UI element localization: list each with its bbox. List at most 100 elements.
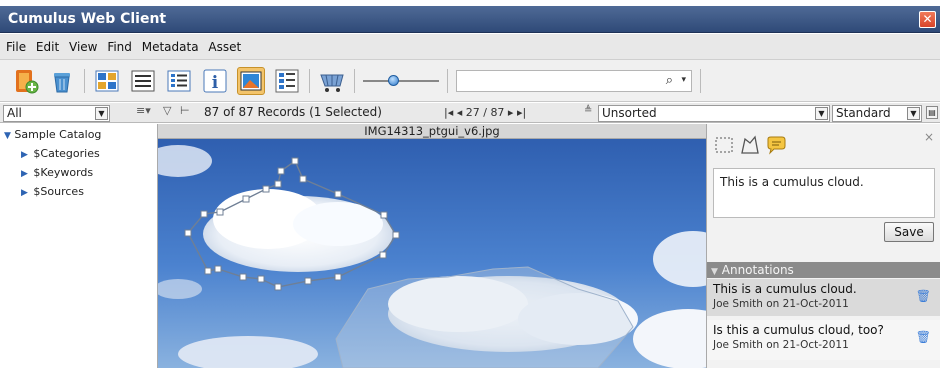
tree-item-catalog[interactable]: ▼ Sample Catalog	[4, 126, 157, 145]
svg-text:i: i	[212, 73, 219, 93]
filter-icon[interactable]: ▽	[163, 104, 171, 117]
close-panel-icon[interactable]: ×	[924, 130, 934, 144]
annotation-panel: × This is a cumulus cloud. Save ▼ Annota…	[706, 124, 940, 368]
annotation-list-item[interactable]: This is a cumulus cloud. Joe Smith on 21…	[707, 279, 940, 316]
polygon-tool-icon[interactable]	[739, 134, 761, 156]
contact-sheet-icon[interactable]	[273, 67, 301, 95]
menu-edit[interactable]: Edit	[36, 40, 59, 54]
view-select[interactable]: Standard ▼	[832, 105, 922, 122]
delete-trash-icon[interactable]: 🗑	[916, 330, 931, 344]
polygon-handle[interactable]	[299, 175, 307, 183]
tree-item-label: $Categories	[33, 147, 100, 160]
list-options-icon[interactable]: ≡▾	[136, 104, 151, 117]
preview-icon[interactable]	[237, 66, 265, 95]
list-view-icon[interactable]	[129, 67, 157, 95]
expand-down-icon[interactable]: ▼	[4, 131, 11, 141]
close-window-button[interactable]: ✕	[919, 11, 936, 28]
filter-select-value: All	[7, 106, 22, 120]
annotation-list-item[interactable]: Is this a cumulus cloud, too? Joe Smith …	[707, 320, 940, 360]
polygon-handle[interactable]	[242, 195, 250, 203]
polygon-handle[interactable]	[334, 190, 342, 198]
save-button[interactable]: Save	[884, 222, 934, 242]
polygon-handle[interactable]	[216, 208, 224, 216]
hierarchy-icon[interactable]: ⊢	[180, 104, 190, 117]
tree-item-categories[interactable]: ▶ $Categories	[4, 145, 157, 164]
polygon-handle[interactable]	[392, 231, 400, 239]
filter-select[interactable]: All ▼	[3, 105, 110, 122]
annotations-header[interactable]: ▼ Annotations	[707, 262, 940, 278]
record-pager[interactable]: |◂ ◂ 27 / 87 ▸ ▸|	[444, 106, 526, 119]
toolbar-separator	[700, 68, 701, 93]
polygon-handle[interactable]	[379, 251, 387, 259]
search-icon[interactable]: ⌕	[666, 73, 673, 88]
expand-right-icon[interactable]: ▶	[21, 169, 28, 179]
polygon-handle[interactable]	[277, 167, 285, 175]
polygon-handle[interactable]	[214, 265, 222, 273]
collections-icon[interactable]	[12, 67, 40, 95]
sort-select[interactable]: Unsorted ▼	[598, 105, 830, 122]
window-titlebar: Cumulus Web Client ✕	[0, 6, 940, 33]
toolbar-separator	[84, 68, 85, 93]
polygon-handle[interactable]	[184, 229, 192, 237]
note-comment-icon[interactable]	[765, 134, 787, 156]
annotation-author: Joe Smith on 21-Oct-2011	[713, 298, 849, 310]
records-count: 87 of 87 Records (1 Selected)	[204, 105, 382, 119]
image-preview-pane: IMG14313_ptgui_v6.jpg	[158, 124, 706, 368]
polygon-handle[interactable]	[200, 210, 208, 218]
chevron-down-icon[interactable]: ▼	[815, 107, 828, 120]
window-title: Cumulus Web Client	[8, 11, 167, 27]
polygon-handle[interactable]	[291, 157, 299, 165]
collapse-down-icon[interactable]: ▼	[711, 267, 718, 277]
thumbnail-view-icon[interactable]	[93, 67, 121, 95]
rectangle-select-icon[interactable]	[713, 134, 735, 156]
toolbar-separator	[447, 68, 448, 93]
search-field[interactable]: ⌕ ▾	[456, 69, 692, 92]
zoom-slider[interactable]	[363, 71, 439, 91]
toolbar: i ⌕ ▾	[0, 60, 940, 102]
tree-item-label: Sample Catalog	[14, 128, 102, 141]
info-icon[interactable]: i	[201, 67, 229, 95]
catalog-tree-panel: ▼ Sample Catalog ▶ $Categories ▶ $Keywor…	[0, 124, 158, 368]
polygon-handle[interactable]	[334, 273, 342, 281]
details-view-icon[interactable]	[165, 67, 193, 95]
catalog-tree: ▼ Sample Catalog ▶ $Categories ▶ $Keywor…	[0, 124, 157, 202]
tree-item-keywords[interactable]: ▶ $Keywords	[4, 164, 157, 183]
menu-file[interactable]: File	[6, 40, 26, 54]
chevron-down-icon[interactable]: ▾	[681, 75, 686, 85]
trash-icon[interactable]	[48, 67, 76, 95]
basket-icon[interactable]	[318, 67, 346, 95]
polygon-handle[interactable]	[239, 273, 247, 281]
chevron-down-icon[interactable]: ▼	[95, 107, 108, 120]
menu-metadata[interactable]: Metadata	[142, 40, 199, 54]
polygon-handle[interactable]	[380, 211, 388, 219]
polygon-handle[interactable]	[304, 277, 312, 285]
expand-right-icon[interactable]: ▶	[21, 150, 28, 160]
sort-icon[interactable]: ≜	[584, 105, 592, 116]
zoom-slider-knob[interactable]	[387, 74, 399, 86]
polygon-handle[interactable]	[204, 267, 212, 275]
menu-asset[interactable]: Asset	[208, 40, 241, 54]
annotation-text-input[interactable]: This is a cumulus cloud.	[713, 168, 935, 218]
zoom-slider-track	[363, 79, 439, 82]
toolbar-separator	[354, 68, 355, 93]
annotation-text: Is this a cumulus cloud, too?	[713, 323, 884, 337]
preview-image[interactable]	[158, 139, 706, 368]
annotations-header-label: Annotations	[721, 263, 794, 277]
polygon-handle[interactable]	[257, 275, 265, 283]
view-select-value: Standard	[836, 106, 891, 120]
menu-find[interactable]: Find	[107, 40, 132, 54]
tree-item-label: $Keywords	[33, 166, 94, 179]
view-options-icon[interactable]: ▤	[926, 106, 938, 119]
tree-item-label: $Sources	[33, 185, 84, 198]
annotation-text: This is a cumulus cloud.	[713, 282, 857, 296]
polygon-handle[interactable]	[274, 180, 282, 188]
chevron-down-icon[interactable]: ▼	[907, 107, 920, 120]
sort-select-value: Unsorted	[602, 106, 657, 120]
menu-view[interactable]: View	[69, 40, 97, 54]
tree-item-sources[interactable]: ▶ $Sources	[4, 183, 157, 202]
delete-trash-icon[interactable]: 🗑	[916, 289, 931, 303]
expand-right-icon[interactable]: ▶	[21, 188, 28, 198]
polygon-handle[interactable]	[274, 283, 282, 291]
polygon-handle[interactable]	[262, 185, 270, 193]
image-filename: IMG14313_ptgui_v6.jpg	[158, 124, 706, 139]
